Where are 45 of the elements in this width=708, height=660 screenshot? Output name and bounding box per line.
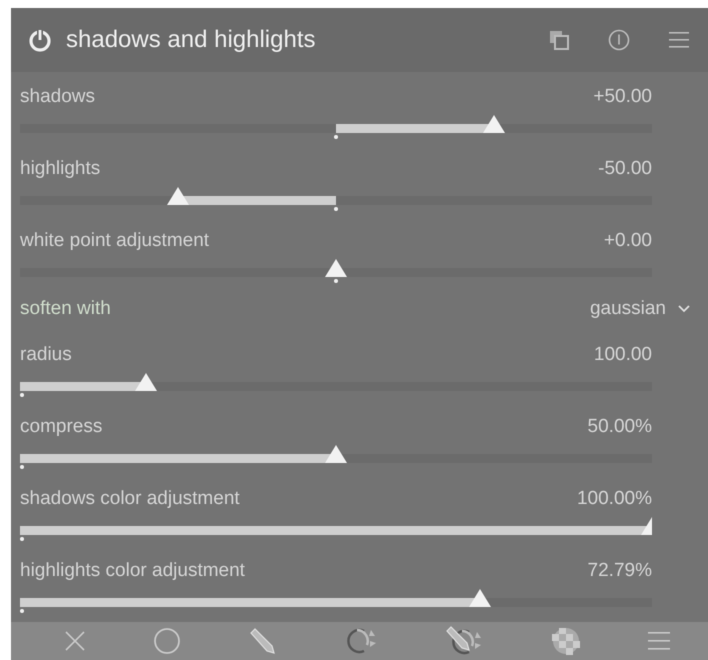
origin-dot: [20, 537, 24, 541]
slider[interactable]: [20, 373, 652, 397]
slider-value: 50.00%: [588, 416, 652, 438]
slider-label: white point adjustment: [20, 230, 210, 252]
origin-dot: [20, 465, 24, 469]
slider-handle[interactable]: [325, 445, 347, 463]
slider-value: 100.00: [594, 344, 652, 366]
origin-dot: [20, 609, 24, 613]
slider-value: +50.00: [593, 86, 652, 108]
origin-dot: [334, 135, 338, 139]
origin-dot: [20, 393, 24, 397]
slider[interactable]: [20, 259, 652, 283]
module-title: shadows and highlights: [66, 26, 317, 54]
slider-handle[interactable]: [483, 115, 505, 133]
slider[interactable]: [20, 115, 652, 139]
slider-handle[interactable]: [135, 373, 158, 391]
pencil-icon[interactable]: [248, 627, 276, 655]
copy-icon[interactable]: [548, 29, 570, 51]
menu-icon[interactable]: [646, 630, 671, 652]
slider-label: highlights: [20, 158, 100, 180]
slider-value: -50.00: [598, 158, 652, 180]
slider-handle[interactable]: [167, 187, 189, 205]
slider-handle[interactable]: [325, 259, 347, 277]
slider-label: highlights color adjustment: [20, 560, 245, 582]
slider[interactable]: [20, 187, 652, 211]
slider-label: shadows: [20, 86, 95, 108]
origin-dot: [334, 207, 338, 211]
close-icon[interactable]: [64, 630, 86, 652]
slider-value: +0.00: [604, 230, 652, 252]
reset-icon[interactable]: [608, 29, 630, 51]
slider[interactable]: [20, 589, 652, 613]
slider-label: shadows color adjustment: [20, 488, 240, 510]
power-icon[interactable]: [28, 28, 52, 52]
slider-label: compress: [20, 416, 102, 438]
slider[interactable]: [20, 445, 652, 469]
chevron-icon[interactable]: [678, 305, 690, 313]
combo-value[interactable]: gaussian: [590, 298, 666, 320]
circle-icon[interactable]: [153, 627, 182, 655]
checkerboard-icon[interactable]: [552, 627, 580, 655]
slider-handle[interactable]: [469, 589, 492, 607]
slider-label: radius: [20, 344, 72, 366]
slider[interactable]: [20, 517, 652, 541]
combo-label: soften with: [20, 298, 112, 320]
slider-value: 72.79%: [588, 560, 652, 582]
slider-value: 100.00%: [576, 488, 652, 510]
